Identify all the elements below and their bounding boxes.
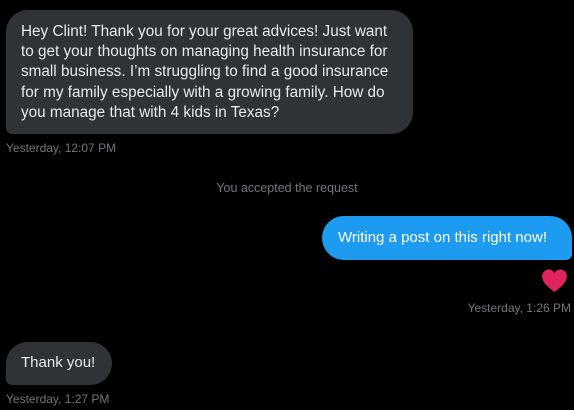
- incoming-message-bubble[interactable]: Thank you!: [6, 342, 112, 385]
- message-text: Thank you!: [21, 354, 96, 371]
- outgoing-message-bubble[interactable]: Writing a post on this right now!: [322, 216, 572, 260]
- message-timestamp: Yesterday, 1:27 PM: [6, 392, 110, 406]
- heart-icon[interactable]: [541, 268, 568, 293]
- incoming-message-bubble[interactable]: Hey Clint! Thank you for your great advi…: [6, 10, 413, 134]
- message-timestamp: Yesterday, 1:26 PM: [467, 301, 571, 315]
- message-timestamp: Yesterday, 12:07 PM: [6, 141, 117, 155]
- message-text: Hey Clint! Thank you for your great advi…: [21, 23, 389, 121]
- system-notice: You accepted the request: [216, 181, 358, 195]
- message-text: Writing a post on this right now!: [338, 229, 547, 246]
